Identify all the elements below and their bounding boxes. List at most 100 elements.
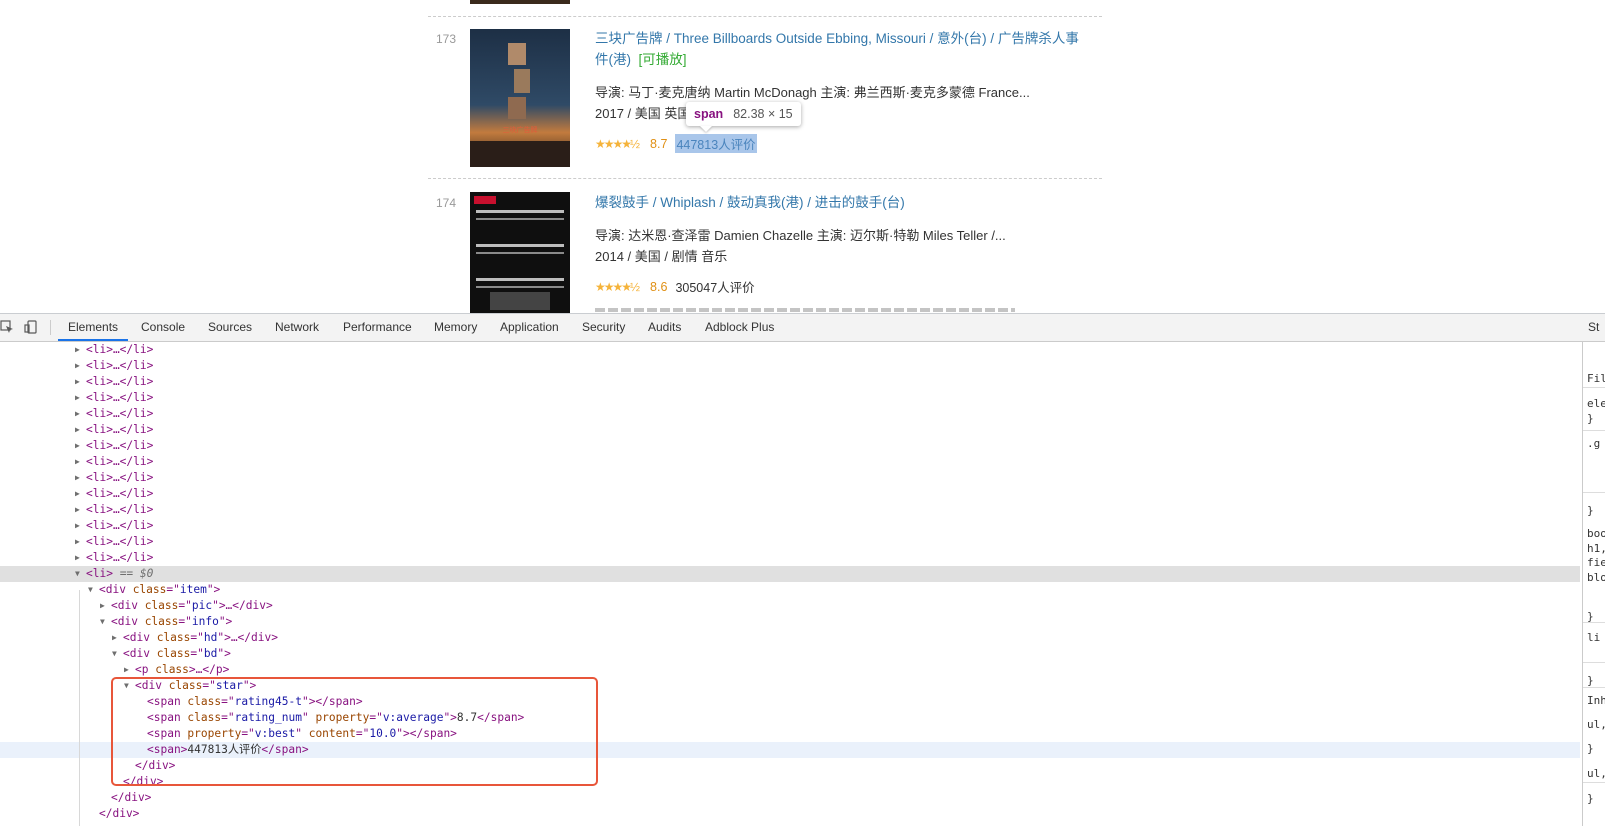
style-rule-divider [1583, 430, 1605, 431]
indent-guide [79, 590, 80, 826]
dom-row-div-hd[interactable]: ▶ <div class="hd">…</div> [0, 630, 1580, 646]
vote-count: 305047人评价 [675, 281, 755, 295]
style-rule-fragment: blo [1587, 571, 1605, 584]
dom-row-close-info-text: </div> [111, 791, 152, 804]
dom-row-li-collapsed[interactable]: ▶ <li>…</li> [0, 550, 1580, 566]
expand-triangle-closed-icon[interactable]: ▶ [100, 598, 105, 614]
dom-row-li-collapsed[interactable]: ▶ <li>…</li> [0, 406, 1580, 422]
device-toolbar-icon[interactable] [24, 320, 38, 334]
dom-row-li-collapsed-text: <li>…</li> [86, 343, 154, 356]
dom-row-p-text: <p class>…</p> [135, 663, 230, 676]
expand-triangle-closed-icon[interactable]: ▶ [75, 422, 80, 438]
style-rule-fragment: h1, [1587, 542, 1605, 555]
movie-rating-row: ★★★★½ 8.6 305047人评价 [595, 277, 755, 296]
dom-row-p[interactable]: ▶ <p class>…</p> [0, 662, 1580, 678]
dom-row-li-collapsed-text: <li>…</li> [86, 455, 154, 468]
tab-sources[interactable]: Sources [208, 314, 252, 341]
movie-poster[interactable] [470, 192, 570, 314]
item-number: 173 [436, 32, 457, 46]
dom-row-li-collapsed[interactable]: ▶ <li>…</li> [0, 422, 1580, 438]
dom-row-li-collapsed[interactable]: ▶ <li>…</li> [0, 390, 1580, 406]
dom-row-li-collapsed-text: <li>…</li> [86, 359, 154, 372]
expand-triangle-closed-icon[interactable]: ▶ [75, 486, 80, 502]
tab-network[interactable]: Network [275, 314, 319, 341]
movie-poster[interactable]: 三块广告牌 [470, 29, 570, 167]
dom-row-li-collapsed[interactable]: ▶ <li>…</li> [0, 374, 1580, 390]
dom-row-li-collapsed[interactable]: ▶ <li>…</li> [0, 534, 1580, 550]
expand-triangle-closed-icon[interactable]: ▶ [124, 662, 129, 678]
expand-triangle-closed-icon[interactable]: ▶ [75, 534, 80, 550]
dom-row-div-info[interactable]: ▼ <div class="info"> [0, 614, 1580, 630]
dom-row-li-selected-text: <li> == $0 [86, 567, 154, 580]
style-rule-divider [1583, 387, 1605, 388]
styles-sidebar: Filtele}.g}booh1,fieblo}li}Inhul,}ul,} [1582, 342, 1605, 826]
expand-triangle-closed-icon[interactable]: ▶ [75, 342, 80, 358]
expand-triangle-open-icon[interactable]: ▼ [112, 646, 117, 662]
movie-title[interactable]: 爆裂鼓手 / Whiplash / 鼓动真我(港) / 进击的鼓手(台) [595, 192, 1105, 213]
dom-row-li-selected[interactable]: ▼ <li> == $0 [0, 566, 1580, 582]
tab-elements[interactable]: Elements [68, 314, 118, 341]
dom-row-li-collapsed[interactable]: ▶ <li>…</li> [0, 358, 1580, 374]
dom-row-li-collapsed-text: <li>…</li> [86, 487, 154, 500]
style-rule-divider [1583, 662, 1605, 663]
style-rule-divider [1583, 492, 1605, 493]
dom-row-li-collapsed[interactable]: ▶ <li>…</li> [0, 438, 1580, 454]
expand-triangle-closed-icon[interactable]: ▶ [75, 454, 80, 470]
style-rule-fragment: } [1587, 674, 1594, 687]
movie-year-country: 2017 / 美国 英国 [595, 106, 691, 121]
dom-row-li-collapsed[interactable]: ▶ <li>…</li> [0, 470, 1580, 486]
dom-row-div-bd[interactable]: ▼ <div class="bd"> [0, 646, 1580, 662]
dom-row-li-collapsed[interactable]: ▶ <li>…</li> [0, 486, 1580, 502]
expand-triangle-closed-icon[interactable]: ▶ [112, 630, 117, 646]
movie-director-cast: 导演: 马丁·麦克唐纳 Martin McDonagh 主演: 弗兰西斯·麦克多… [595, 85, 1030, 100]
tab-adblock-plus[interactable]: Adblock Plus [705, 314, 774, 341]
rating-number: 8.6 [650, 279, 668, 294]
style-rule-fragment: } [1587, 412, 1594, 425]
svg-text:三块广告牌: 三块广告牌 [503, 125, 538, 134]
dom-row-li-collapsed-text: <li>…</li> [86, 423, 154, 436]
tooltip-tag: span [694, 107, 724, 121]
expand-triangle-closed-icon[interactable]: ▶ [75, 550, 80, 566]
movie-title[interactable]: 三块广告牌 / Three Billboards Outside Ebbing,… [595, 28, 1105, 70]
devtools-toolbar: Elements Console Sources Network Performance… [0, 314, 1605, 342]
dom-row-div-item[interactable]: ▼ <div class="item"> [0, 582, 1580, 598]
dom-row-div-pic[interactable]: ▶ <div class="pic">…</div> [0, 598, 1580, 614]
tab-security[interactable]: Security [582, 314, 625, 341]
inspect-element-icon[interactable] [0, 320, 14, 334]
expand-triangle-open-icon[interactable]: ▼ [100, 614, 105, 630]
dom-row-li-collapsed[interactable]: ▶ <li>…</li> [0, 502, 1580, 518]
expand-triangle-closed-icon[interactable]: ▶ [75, 406, 80, 422]
expand-triangle-open-icon[interactable]: ▼ [75, 566, 80, 582]
expand-triangle-closed-icon[interactable]: ▶ [75, 438, 80, 454]
style-rule-fragment: fie [1587, 556, 1605, 569]
expand-triangle-open-icon[interactable]: ▼ [88, 582, 93, 598]
expand-triangle-closed-icon[interactable]: ▶ [75, 374, 80, 390]
expand-triangle-closed-icon[interactable]: ▶ [75, 390, 80, 406]
styles-tab-header[interactable]: St [1582, 314, 1605, 341]
style-rule-fragment: ul, [1587, 767, 1605, 780]
expand-triangle-closed-icon[interactable]: ▶ [75, 470, 80, 486]
expand-triangle-closed-icon[interactable]: ▶ [75, 358, 80, 374]
style-rule-fragment: li [1587, 631, 1601, 644]
movie-title-text[interactable]: 三块广告牌 / Three Billboards Outside Ebbing,… [595, 31, 1079, 46]
dom-row-li-collapsed[interactable]: ▶ <li>…</li> [0, 454, 1580, 470]
dom-row-li-collapsed[interactable]: ▶ <li>…</li> [0, 518, 1580, 534]
dom-row-close-item[interactable]: </div> [0, 806, 1580, 822]
dom-row-close-info[interactable]: </div> [0, 790, 1580, 806]
tab-console[interactable]: Console [141, 314, 185, 341]
styles-tab-label[interactable]: St [1588, 320, 1599, 334]
tab-application[interactable]: Application [500, 314, 559, 341]
tab-performance[interactable]: Performance [343, 314, 412, 341]
movie-rating-row: ★★★★½ 8.7 447813人评价 [595, 134, 757, 153]
expand-triangle-closed-icon[interactable]: ▶ [75, 518, 80, 534]
movie-title-text-cont[interactable]: 件(港) [595, 52, 631, 67]
playable-badge[interactable]: [可播放] [639, 52, 687, 67]
dom-row-li-collapsed[interactable]: ▶ <li>…</li> [0, 342, 1580, 358]
style-rule-fragment: ul, [1587, 718, 1605, 731]
tab-memory[interactable]: Memory [434, 314, 477, 341]
style-rule-fragment: Inh [1587, 694, 1605, 707]
expand-triangle-closed-icon[interactable]: ▶ [75, 502, 80, 518]
style-rule-fragment: } [1587, 792, 1594, 805]
rating-number: 8.7 [650, 136, 668, 151]
tab-audits[interactable]: Audits [648, 314, 681, 341]
